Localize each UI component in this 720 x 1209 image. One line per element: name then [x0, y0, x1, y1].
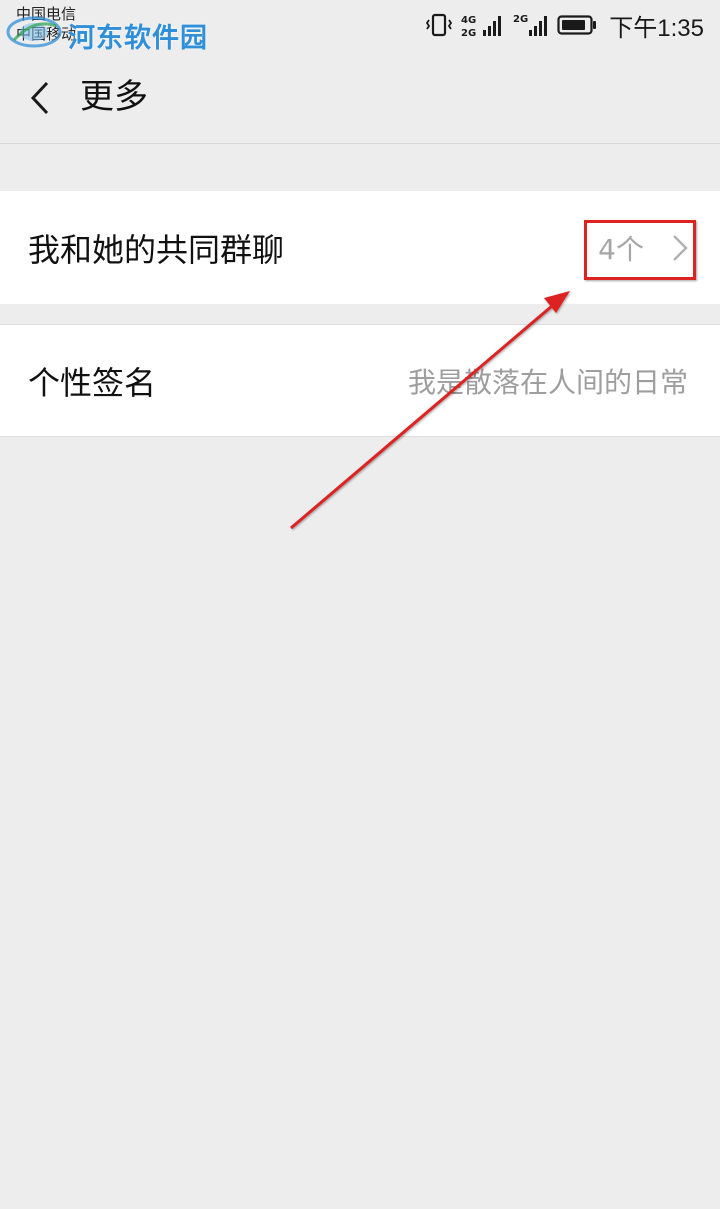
chevron-left-icon — [30, 81, 49, 115]
page-title: 更多 — [80, 77, 148, 117]
signal-icon: 2G — [513, 14, 548, 36]
annotation-arrow-icon — [290, 291, 570, 530]
network-label-2: 2G — [461, 28, 476, 38]
vibrate-icon — [426, 13, 453, 37]
watermark-logo-icon — [6, 16, 62, 48]
status-time: 下午1:35 — [609, 14, 704, 42]
status-bar: 中国电信 中国移动 河东软件园 4G 2G 2G — [0, 0, 720, 54]
annotation-highlight-box — [584, 220, 696, 280]
signal-icon: 4G 2G — [461, 15, 502, 38]
signature-value: 我是散落在人间的日常 — [407, 365, 688, 399]
network-label-3: 2G — [513, 14, 528, 25]
nav-bar: 更多 — [0, 50, 720, 144]
network-label-1: 4G — [461, 15, 476, 26]
signature-label: 个性签名 — [28, 363, 157, 402]
battery-icon — [557, 15, 597, 35]
back-button[interactable] — [22, 76, 58, 120]
signature-cell[interactable]: 个性签名 我是散落在人间的日常 — [0, 324, 720, 437]
status-icons: 4G 2G 2G 下午1:35 — [425, 10, 704, 42]
common-groups-label: 我和她的共同群聊 — [28, 230, 285, 269]
